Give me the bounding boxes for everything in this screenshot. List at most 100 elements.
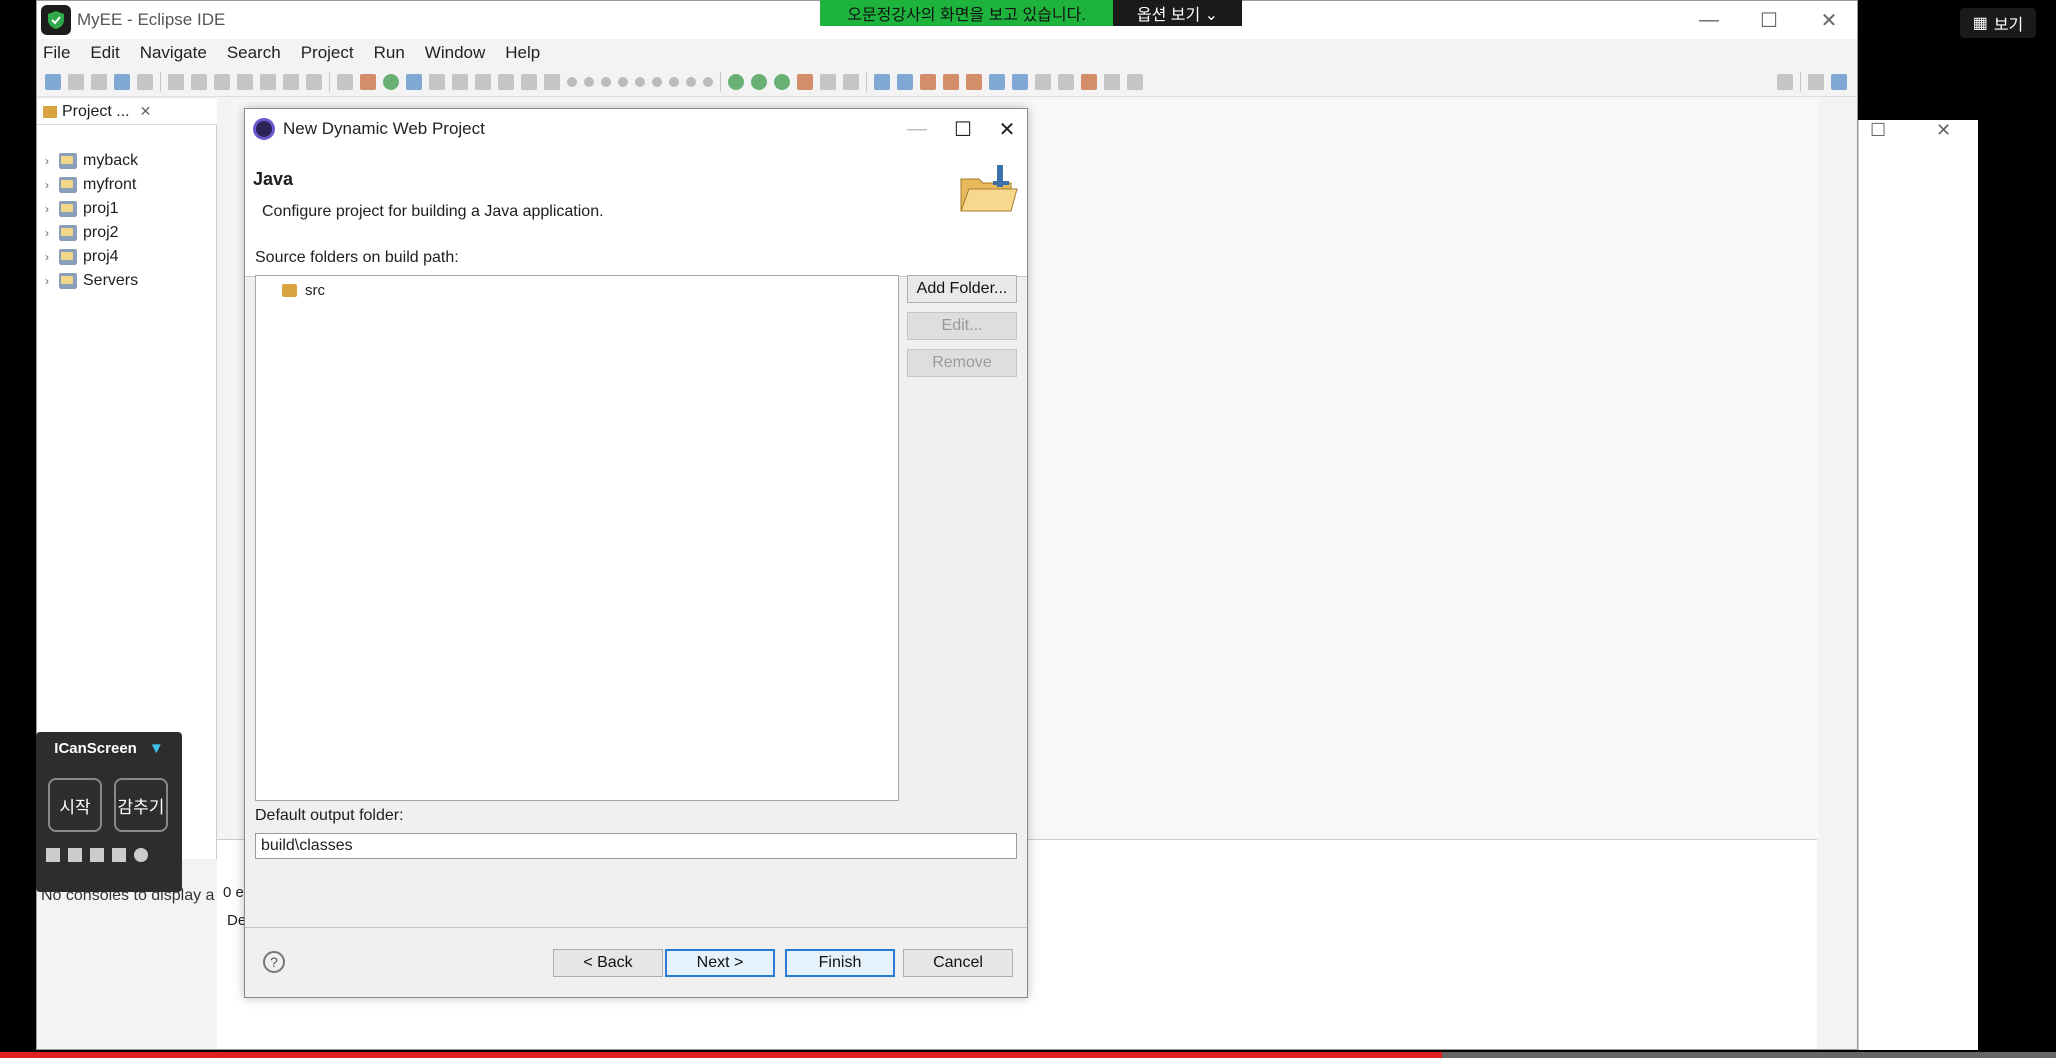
shape-icon[interactable] <box>601 76 611 87</box>
globe-icon[interactable] <box>989 73 1005 90</box>
step-into-icon[interactable] <box>260 73 276 90</box>
prev-annotation-icon[interactable] <box>1058 73 1074 90</box>
chevron-right-icon[interactable]: › <box>45 274 59 288</box>
output-folder-field[interactable]: build\classes <box>255 833 1017 859</box>
shape-icon[interactable] <box>635 76 645 87</box>
chevron-right-icon[interactable]: › <box>45 154 59 168</box>
menu-window[interactable]: Window <box>425 43 485 63</box>
server-icon[interactable] <box>843 73 859 90</box>
stop-server-icon[interactable] <box>820 73 836 90</box>
view-options-button[interactable]: 옵션 보기 ⌄ <box>1113 0 1242 26</box>
maximize-button[interactable]: ☐ <box>941 113 985 145</box>
project-explorer-tab[interactable]: Project ... ✕ <box>37 99 217 125</box>
add-folder-button[interactable]: Add Folder... <box>907 275 1017 303</box>
new-class-icon[interactable] <box>897 73 913 90</box>
suspend-icon[interactable] <box>191 73 207 90</box>
resume-icon[interactable] <box>168 73 184 90</box>
finish-button[interactable]: Finish <box>785 949 895 977</box>
help-icon[interactable]: ? <box>263 951 285 973</box>
tree-item-myback[interactable]: › myback <box>45 149 138 173</box>
tree-item-proj1[interactable]: › proj1 <box>45 197 119 221</box>
shape-icon[interactable] <box>584 76 594 87</box>
run-icon[interactable] <box>751 73 767 90</box>
tree-item-proj2[interactable]: › proj2 <box>45 221 119 245</box>
shape-icon[interactable] <box>686 76 696 87</box>
start-button[interactable]: 시작 <box>48 778 102 832</box>
close-button[interactable]: ✕ <box>1799 1 1859 39</box>
shape-icon[interactable] <box>652 76 662 87</box>
next-button[interactable]: Next > <box>665 949 775 977</box>
layout-icon[interactable] <box>544 73 560 90</box>
menu-file[interactable]: File <box>43 43 70 63</box>
terminate-icon[interactable] <box>214 73 230 90</box>
layout-icon[interactable] <box>521 73 537 90</box>
external-tools-icon[interactable] <box>797 73 813 90</box>
open-type-icon[interactable] <box>920 73 936 90</box>
open-perspective-icon[interactable] <box>1808 73 1824 90</box>
new-icon[interactable] <box>45 73 61 90</box>
tree-item-myfront[interactable]: › myfront <box>45 173 136 197</box>
back-button[interactable]: < Back <box>553 949 663 977</box>
menu-run[interactable]: Run <box>374 43 405 63</box>
shape-icon[interactable] <box>703 76 713 87</box>
chevron-right-icon[interactable]: › <box>45 226 59 240</box>
open-task-icon[interactable] <box>943 73 959 90</box>
chevron-right-icon[interactable]: › <box>45 178 59 192</box>
view-button[interactable]: ▦ 보기 <box>1960 8 2036 38</box>
video-icon[interactable] <box>112 848 126 862</box>
shape-icon[interactable] <box>567 76 577 87</box>
minimize-button[interactable]: — <box>1679 1 1739 39</box>
chevron-right-icon[interactable]: › <box>45 202 59 216</box>
terminal-icon[interactable] <box>114 73 130 90</box>
tree-item-servers[interactable]: › Servers <box>45 269 138 293</box>
video-progress-remaining[interactable] <box>1442 1052 2056 1058</box>
save-icon[interactable] <box>68 73 84 90</box>
web-services-icon[interactable] <box>406 73 422 90</box>
capture-icon[interactable] <box>46 848 60 862</box>
drop-frame-icon[interactable] <box>337 73 353 90</box>
download-icon[interactable] <box>90 848 104 862</box>
shape-icon[interactable] <box>669 76 679 87</box>
save-all-icon[interactable] <box>91 73 107 90</box>
java-ee-perspective-icon[interactable] <box>1831 73 1847 90</box>
layout-icon[interactable] <box>498 73 514 90</box>
remove-button[interactable]: Remove <box>907 349 1017 377</box>
close-button[interactable]: ✕ <box>985 113 1029 145</box>
refresh-icon[interactable] <box>383 73 399 90</box>
toggle-mark-icon[interactable] <box>429 73 445 90</box>
layout-icon[interactable] <box>475 73 491 90</box>
search-icon[interactable] <box>1777 73 1793 90</box>
forward-icon[interactable] <box>1104 73 1120 90</box>
run-coverage-icon[interactable] <box>774 73 790 90</box>
step-over-icon[interactable] <box>283 73 299 90</box>
search-file-icon[interactable] <box>137 73 153 90</box>
chevron-right-icon[interactable]: › <box>45 250 59 264</box>
edit-button[interactable]: Edit... <box>907 312 1017 340</box>
menu-project[interactable]: Project <box>301 43 354 63</box>
layout-icon[interactable] <box>452 73 468 90</box>
list-item[interactable]: src <box>282 282 325 299</box>
pin-editor-icon[interactable] <box>1127 73 1143 90</box>
new-project-icon[interactable] <box>874 73 890 90</box>
tree-item-proj4[interactable]: › proj4 <box>45 245 119 269</box>
open-resource-icon[interactable] <box>966 73 982 90</box>
disconnect-icon[interactable] <box>237 73 253 90</box>
back-icon[interactable] <box>1081 73 1097 90</box>
shape-icon[interactable] <box>618 76 628 87</box>
menu-edit[interactable]: Edit <box>90 43 119 63</box>
next-annotation-icon[interactable] <box>1035 73 1051 90</box>
hide-button[interactable]: 감추기 <box>114 778 168 832</box>
close-icon[interactable]: ✕ <box>1936 120 1951 141</box>
debug-icon[interactable] <box>728 73 744 90</box>
maximize-icon[interactable]: ☐ <box>1870 120 1886 141</box>
cancel-button[interactable]: Cancel <box>903 949 1013 977</box>
source-folders-list[interactable]: src <box>255 275 899 801</box>
step-return-icon[interactable] <box>306 73 322 90</box>
menu-search[interactable]: Search <box>227 43 281 63</box>
triangle-down-icon[interactable]: ▼ <box>149 740 164 757</box>
search-tool-icon[interactable] <box>1012 73 1028 90</box>
menu-navigate[interactable]: Navigate <box>140 43 207 63</box>
close-icon[interactable]: ✕ <box>140 103 152 120</box>
pause-icon[interactable] <box>68 848 82 862</box>
maximize-button[interactable]: ☐ <box>1739 1 1799 39</box>
